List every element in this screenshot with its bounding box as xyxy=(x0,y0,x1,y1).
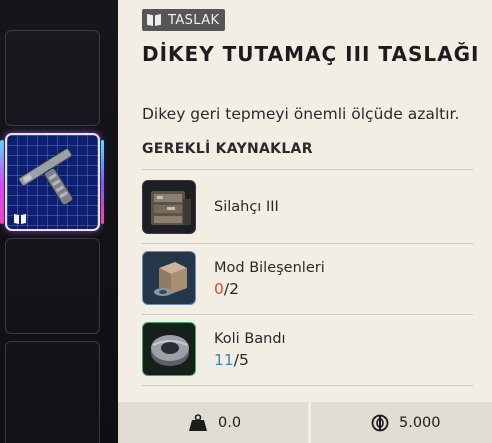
requirements-heading: GEREKLİ KAYNAKLAR xyxy=(142,141,313,157)
price-value: 5.000 xyxy=(399,414,441,431)
selection-glow xyxy=(101,140,104,224)
resource-quantity: 0/2 xyxy=(214,280,239,298)
weight-value: 0.0 xyxy=(218,414,242,431)
divider xyxy=(142,385,473,386)
book-icon xyxy=(14,214,26,224)
book-icon xyxy=(147,14,161,26)
quantity-required: /2 xyxy=(223,280,239,298)
duct-tape-icon xyxy=(142,322,196,376)
inventory-slot-empty[interactable] xyxy=(5,341,100,443)
quantity-required: /5 xyxy=(233,351,249,369)
item-description: Dikey geri tepmeyi önemli ölçüde azaltır… xyxy=(142,105,460,123)
weight-stat: 0.0 xyxy=(118,402,308,443)
item-title: DİKEY TUTAMAÇ III TASLAĞI xyxy=(142,42,480,66)
badge-label: TASLAK xyxy=(168,12,220,28)
divider xyxy=(142,169,473,170)
quantity-owned: 11 xyxy=(214,351,234,369)
weight-icon xyxy=(189,413,207,431)
resource-quantity: 11/5 xyxy=(214,351,249,369)
inventory-slot-empty[interactable] xyxy=(5,238,100,334)
mod-components-icon xyxy=(142,251,196,305)
resource-row[interactable]: Koli Bandı 11/5 xyxy=(142,314,473,384)
resource-row[interactable]: Mod Bileşenleri 0/2 xyxy=(142,243,473,313)
inventory-slot-selected[interactable] xyxy=(5,133,100,231)
inventory-grid xyxy=(0,0,118,443)
vertical-grip-icon xyxy=(18,148,74,206)
workbench-icon xyxy=(142,180,196,234)
quantity-owned: 0 xyxy=(214,280,224,298)
resource-name: Silahçı III xyxy=(214,199,279,215)
item-detail-panel: TASLAK DİKEY TUTAMAÇ III TASLAĞI Dikey g… xyxy=(118,0,492,443)
price-stat: 5.000 xyxy=(311,402,492,443)
blueprint-badge: TASLAK xyxy=(142,9,226,31)
item-stats-footer: 0.0 5.000 xyxy=(118,402,492,443)
selection-glow xyxy=(0,140,4,224)
resource-name: Mod Bileşenleri xyxy=(214,260,325,276)
resource-name: Koli Bandı xyxy=(214,331,286,347)
inventory-slot-empty[interactable] xyxy=(5,30,100,126)
resource-row[interactable]: Silahçı III xyxy=(142,172,473,242)
coin-icon xyxy=(371,414,389,431)
